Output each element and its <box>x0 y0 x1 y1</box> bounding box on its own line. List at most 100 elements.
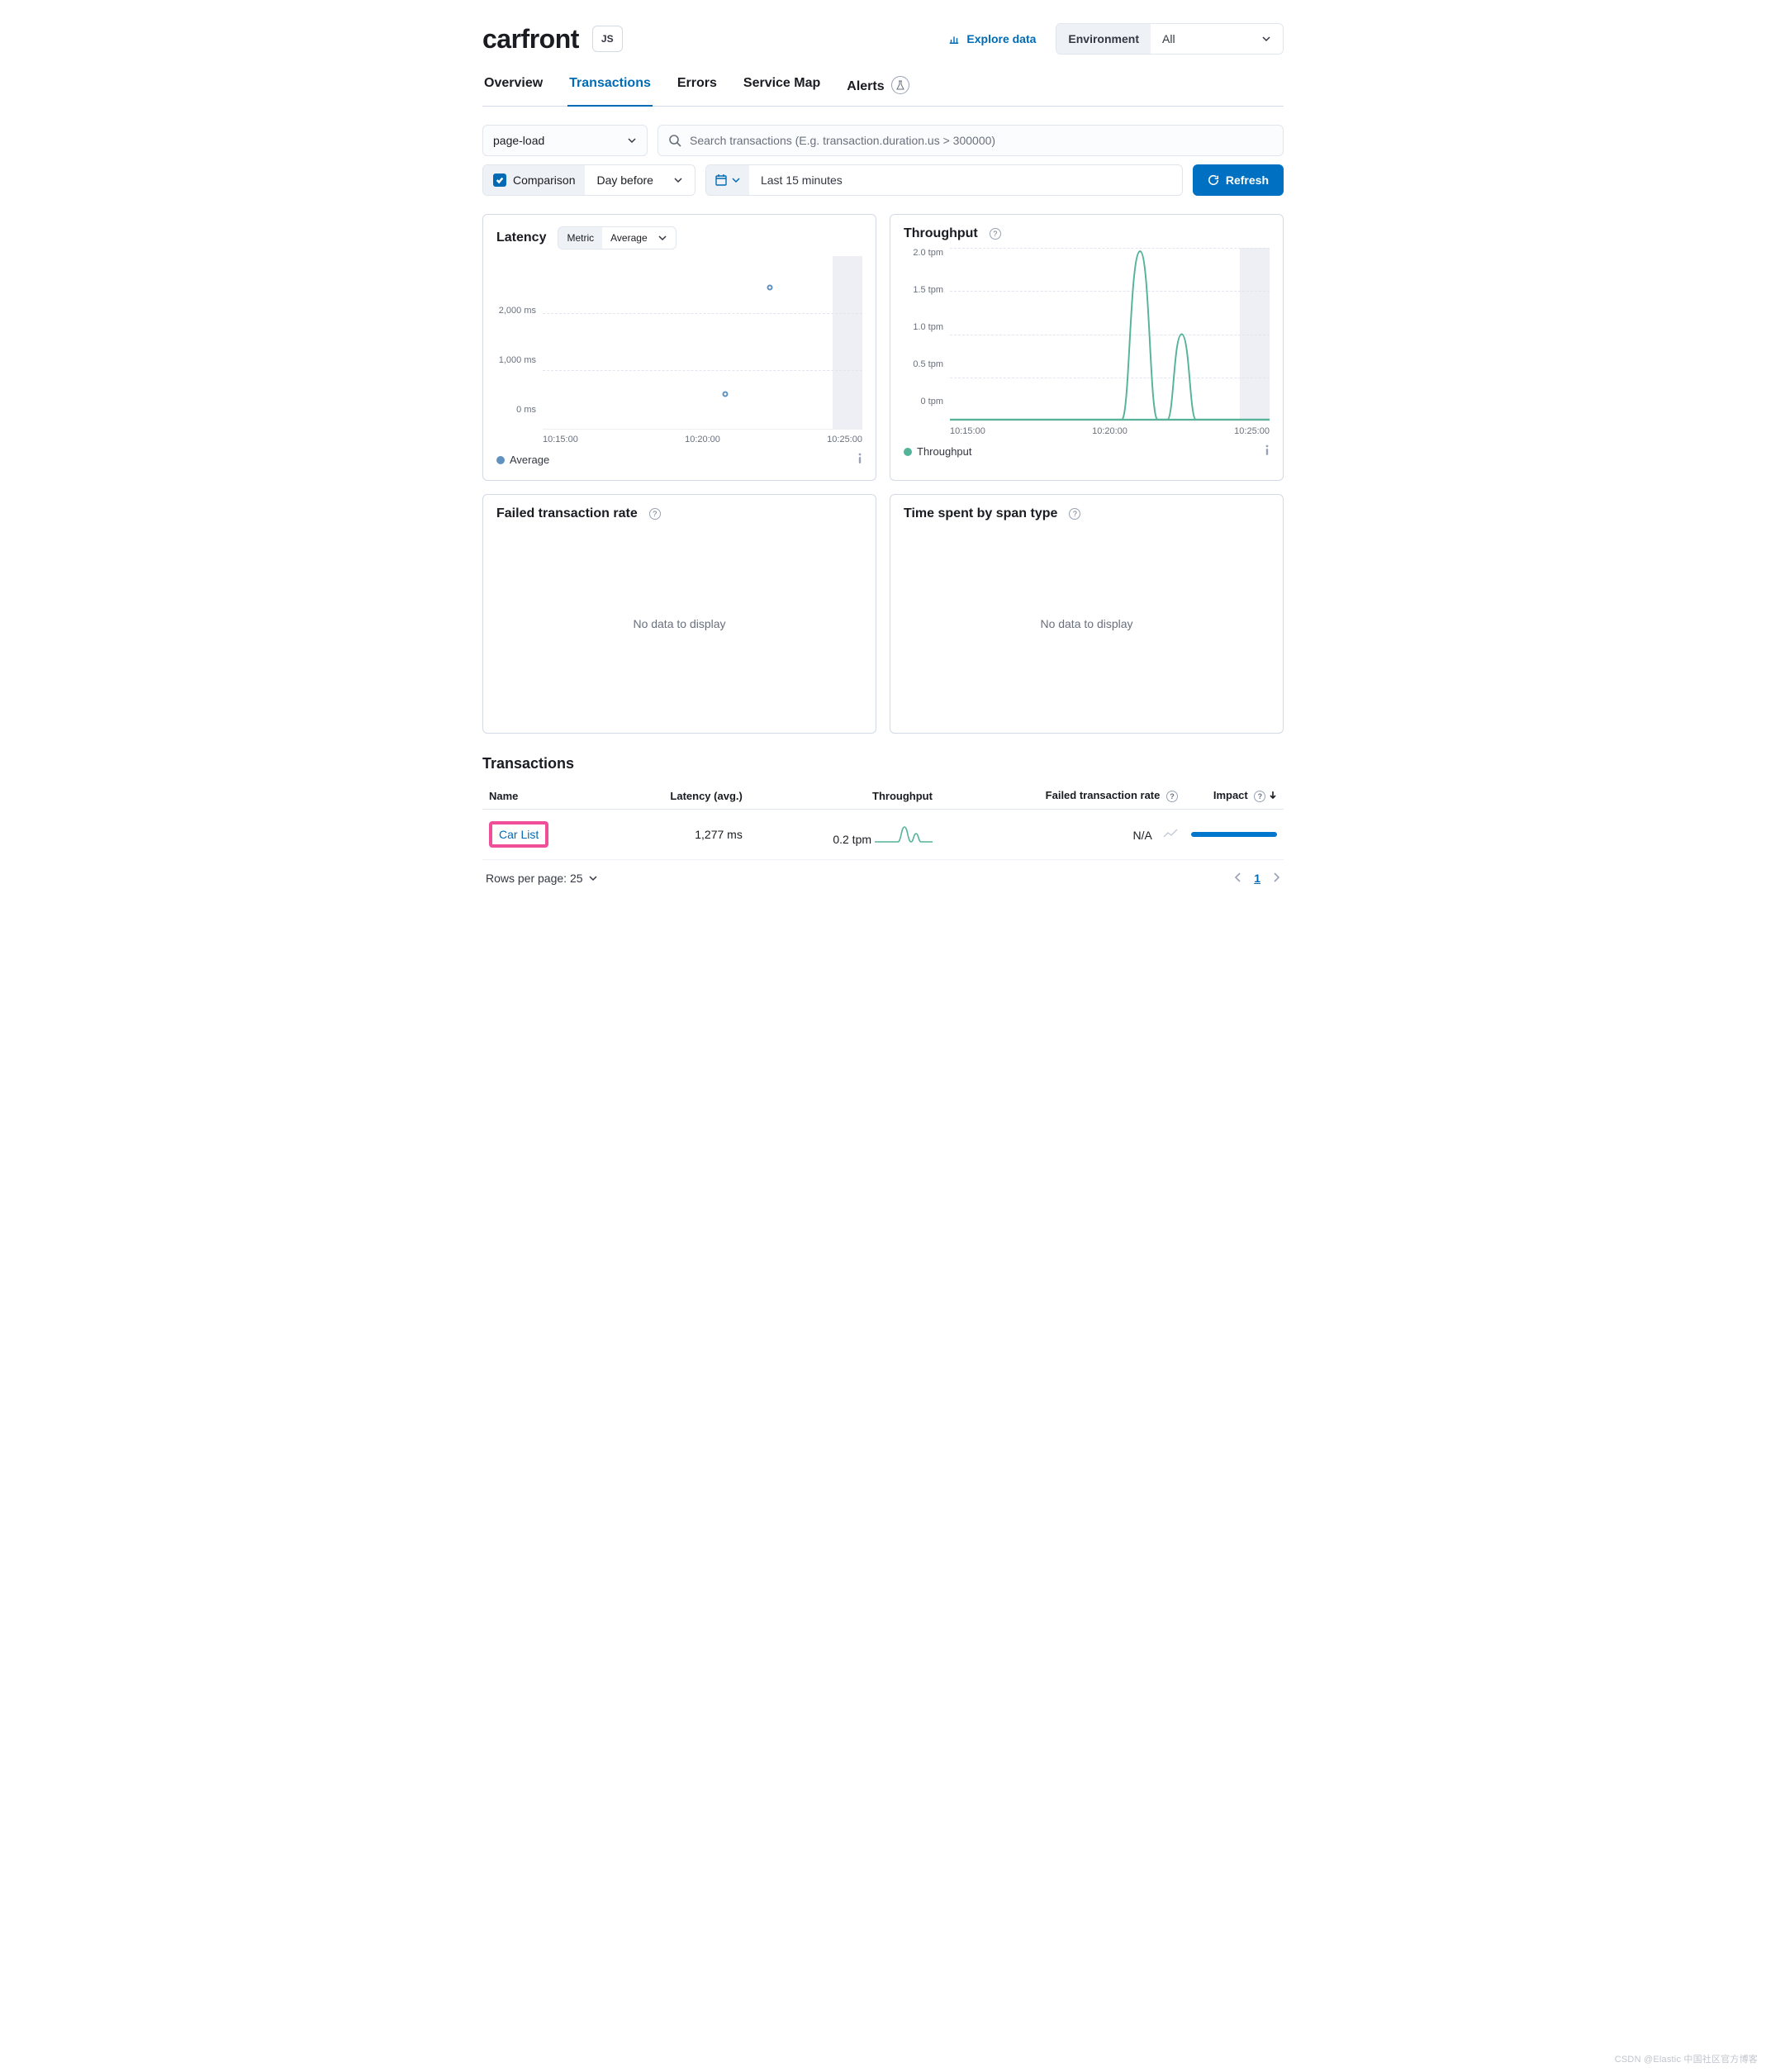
y-tick: 1,000 ms <box>496 355 536 365</box>
tab-alerts[interactable]: Alerts <box>845 68 911 106</box>
y-tick: 0.5 tpm <box>904 359 943 369</box>
chart-shade <box>833 256 862 429</box>
throughput-legend: Throughput <box>917 445 972 458</box>
comparison-label: Comparison <box>513 173 575 187</box>
agent-badge: JS <box>592 26 623 52</box>
comparison-control[interactable]: Comparison Day before <box>482 164 695 196</box>
explore-data-label: Explore data <box>966 32 1036 45</box>
chevron-down-icon <box>673 175 683 185</box>
cell-latency: 1,277 ms <box>605 810 749 860</box>
help-icon[interactable]: ? <box>1069 508 1080 520</box>
y-tick: 2,000 ms <box>496 306 536 316</box>
refresh-label: Refresh <box>1226 173 1269 187</box>
span-time-title: Time spent by span type <box>904 506 1057 521</box>
transactions-section-title: Transactions <box>482 755 1284 772</box>
x-tick: 10:15:00 <box>543 435 578 444</box>
tab-transactions[interactable]: Transactions <box>567 68 653 106</box>
help-icon[interactable]: ? <box>649 508 661 520</box>
throughput-sparkline <box>875 824 933 844</box>
tab-errors[interactable]: Errors <box>676 68 719 106</box>
legend-swatch <box>496 456 505 464</box>
chevron-down-icon <box>627 135 637 145</box>
latency-metric-select[interactable]: Metric Average <box>558 226 676 249</box>
environment-label: Environment <box>1056 24 1151 54</box>
no-data-message: No data to display <box>904 528 1270 720</box>
col-impact[interactable]: Impact ? <box>1184 782 1284 810</box>
cell-throughput: 0.2 tpm <box>833 833 871 846</box>
y-tick: 1.0 tpm <box>904 322 943 332</box>
help-icon[interactable]: ? <box>990 228 1001 240</box>
failed-rate-title: Failed transaction rate <box>496 506 638 521</box>
col-throughput[interactable]: Throughput <box>749 782 939 810</box>
cell-failed: N/A <box>1133 829 1152 842</box>
y-tick: 0 ms <box>496 405 536 415</box>
x-tick: 10:15:00 <box>950 426 985 436</box>
col-name[interactable]: Name <box>482 782 605 810</box>
failed-rate-panel: Failed transaction rate ? No data to dis… <box>482 494 876 734</box>
chevron-down-icon <box>658 233 667 243</box>
latency-title: Latency <box>496 230 546 245</box>
info-icon[interactable] <box>1265 444 1270 459</box>
x-tick: 10:20:00 <box>685 435 720 444</box>
search-icon <box>668 134 681 147</box>
search-placeholder: Search transactions (E.g. transaction.du… <box>690 134 995 147</box>
transactions-table: Name Latency (avg.) Throughput Failed tr… <box>482 782 1284 860</box>
beaker-icon <box>891 76 909 94</box>
chevron-down-icon <box>731 175 741 185</box>
impact-bar <box>1191 832 1277 837</box>
rows-per-page-label: Rows per page: 25 <box>486 872 583 885</box>
search-input[interactable]: Search transactions (E.g. transaction.du… <box>658 125 1284 156</box>
latency-legend: Average <box>510 454 549 466</box>
calendar-icon <box>714 173 728 187</box>
prev-page-button[interactable] <box>1234 872 1242 885</box>
y-tick: 1.5 tpm <box>904 285 943 295</box>
watermark: CSDN @Elastic 中国社区官方博客 <box>1615 2052 1758 2065</box>
help-icon[interactable]: ? <box>1166 791 1178 802</box>
col-latency[interactable]: Latency (avg.) <box>605 782 749 810</box>
throughput-panel: Throughput ? 2.0 tpm 1.5 tpm 1.0 tpm 0.5… <box>890 214 1284 481</box>
rows-per-page-select[interactable]: Rows per page: 25 <box>486 872 598 885</box>
environment-value: All <box>1162 32 1175 45</box>
trend-icon <box>1163 829 1178 842</box>
col-failed[interactable]: Failed transaction rate ? <box>939 782 1184 810</box>
table-row: Car List 1,277 ms 0.2 tpm N/A <box>482 810 1284 860</box>
comparison-checkbox[interactable] <box>493 173 506 187</box>
x-tick: 10:20:00 <box>1092 426 1127 436</box>
date-range-value: Last 15 minutes <box>749 165 1182 195</box>
sort-desc-icon <box>1269 791 1277 799</box>
tab-alerts-label: Alerts <box>847 79 884 93</box>
tab-service-map[interactable]: Service Map <box>742 68 822 106</box>
transaction-type-select[interactable]: page-load <box>482 125 648 156</box>
next-page-button[interactable] <box>1272 872 1280 885</box>
transaction-type-value: page-load <box>493 134 544 147</box>
environment-selector[interactable]: Environment All <box>1056 23 1284 55</box>
col-failed-label: Failed transaction rate <box>1046 789 1161 801</box>
y-tick: 0 tpm <box>904 397 943 406</box>
page-title: carfront <box>482 24 579 55</box>
latency-chart[interactable]: . 2,000 ms 1,000 ms 0 ms <box>496 256 862 430</box>
x-tick: 10:25:00 <box>827 435 862 444</box>
refresh-button[interactable]: Refresh <box>1193 164 1284 196</box>
current-page[interactable]: 1 <box>1254 872 1260 885</box>
comparison-range-select[interactable]: Day before <box>585 165 694 195</box>
chevron-down-icon <box>588 873 598 883</box>
transaction-highlight: Car List <box>489 821 548 848</box>
explore-data-link[interactable]: Explore data <box>948 32 1036 45</box>
help-icon[interactable]: ? <box>1254 791 1265 802</box>
latency-metric-label: Metric <box>558 227 602 249</box>
tab-overview[interactable]: Overview <box>482 68 544 106</box>
legend-swatch <box>904 448 912 456</box>
data-point[interactable] <box>722 392 728 397</box>
throughput-line <box>950 248 1270 421</box>
data-point[interactable] <box>767 284 772 290</box>
latency-panel: Latency Metric Average . 2,000 ms 1,000 … <box>482 214 876 481</box>
refresh-icon <box>1208 174 1219 186</box>
date-range-picker[interactable]: Last 15 minutes <box>705 164 1183 196</box>
throughput-title: Throughput <box>904 226 978 241</box>
transaction-name-link[interactable]: Car List <box>499 828 539 841</box>
comparison-range-value: Day before <box>596 173 653 187</box>
info-icon[interactable] <box>857 453 862 467</box>
throughput-chart[interactable]: 2.0 tpm 1.5 tpm 1.0 tpm 0.5 tpm 0 tpm <box>904 248 1270 421</box>
tabs: Overview Transactions Errors Service Map… <box>482 68 1284 107</box>
no-data-message: No data to display <box>496 528 862 720</box>
